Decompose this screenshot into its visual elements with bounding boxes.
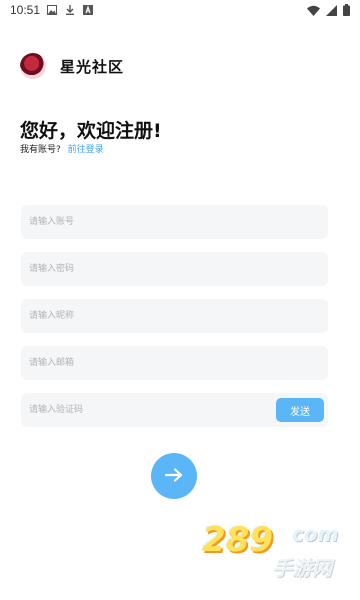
app-logo: [20, 53, 46, 79]
status-right-icons: [307, 4, 350, 19]
download-icon: [65, 4, 75, 15]
login-prompt: 我有账号? 前往登录: [20, 142, 104, 155]
battery-icon: [343, 4, 350, 19]
signal-icon: [326, 4, 337, 19]
wifi-icon: [307, 5, 320, 19]
password-input[interactable]: [21, 252, 328, 286]
brand-header: 星光社区: [20, 53, 124, 79]
status-time: 10:51: [10, 3, 41, 17]
login-prompt-text: 我有账号?: [20, 145, 61, 155]
watermark-number: 289: [202, 520, 273, 560]
watermark: 289 com 手游网: [200, 518, 350, 584]
submit-register-button[interactable]: [151, 453, 197, 499]
email-input[interactable]: [21, 346, 328, 380]
status-left-icons: [47, 4, 93, 15]
status-bar: 10:51: [0, 0, 360, 20]
go-login-link[interactable]: 前往登录: [68, 145, 104, 155]
send-code-button[interactable]: 发送: [276, 398, 324, 422]
app-name: 星光社区: [60, 57, 125, 76]
nickname-input[interactable]: [21, 299, 328, 333]
watermark-domain: com: [292, 522, 339, 546]
arrow-right-icon: [164, 467, 183, 485]
font-icon: [83, 4, 93, 15]
image-icon: [47, 4, 57, 15]
account-input[interactable]: [21, 205, 328, 239]
watermark-text: 手游网: [272, 556, 332, 580]
page-title: 您好，欢迎注册!: [20, 120, 162, 142]
